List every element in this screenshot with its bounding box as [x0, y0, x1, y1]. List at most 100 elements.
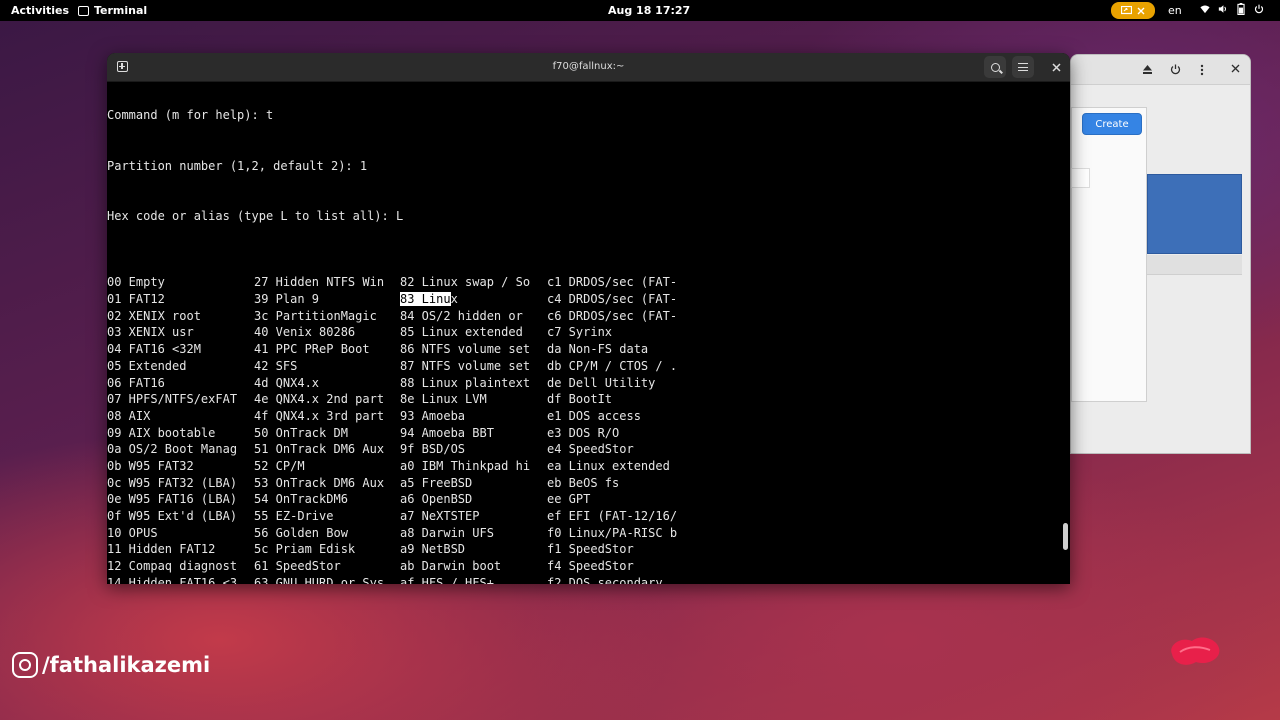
partition-type-entry: 55 EZ-Drive: [254, 509, 334, 523]
search-button[interactable]: [984, 56, 1006, 78]
partition-type-entry: 11 Hidden FAT12: [107, 542, 216, 557]
partition-type-entry: 04 FAT16 <32M: [107, 342, 201, 357]
partition-type-entry: 5c Priam Edisk: [254, 542, 356, 557]
partition-type-entry: 52 CP/M: [254, 458, 305, 473]
wifi-icon: [1200, 5, 1210, 14]
partition-type-entry: 53 OnTrack DM6 Aux: [254, 475, 385, 490]
power-icon: [1254, 4, 1264, 14]
partition-type-entry: 10 OPUS: [107, 525, 158, 540]
window-title: f70@fallnux:~: [552, 61, 625, 72]
partition-strip: [1147, 255, 1242, 275]
selected-text: 83 Linu: [400, 292, 451, 307]
partition-type-entry: 85 Linux extended: [400, 325, 523, 340]
partition-type-entry: 40 Venix 80286: [254, 325, 356, 340]
partition-type-entry: 8e Linux LVM: [400, 392, 487, 407]
partition-type-entry: 0e W95 FAT16 (LBA): [107, 492, 238, 507]
partition-type-entry: 61 SpeedStor: [254, 559, 341, 574]
partition-type-entry: 0c W95 FAT32 (LBA): [107, 475, 238, 490]
prompt-line: Partition number (1,2, default 2): 1: [107, 158, 368, 173]
partition-type-entry: 0a OS/2 Boot Manag: [107, 442, 238, 457]
partition-type-entry: 4e QNX4.x 2nd part: [254, 392, 385, 407]
partition-type-entry: 4d QNX4.x: [254, 375, 320, 390]
close-button[interactable]: [1045, 56, 1067, 78]
prompt-line: Command (m for help): t: [107, 108, 274, 123]
more-options-icon[interactable]: [1200, 64, 1204, 76]
close-icon: [1051, 62, 1061, 72]
menu-button[interactable]: [1012, 56, 1034, 78]
partition-type-entry: f0 Linux/PA-RISC b: [547, 525, 678, 540]
partition-type-entry: 84 OS/2 hidden or: [400, 308, 523, 323]
partition-type-entry: 07 HPFS/NTFS/exFAT: [107, 392, 238, 407]
close-icon: [1137, 7, 1145, 14]
partition-block-selected[interactable]: [1147, 174, 1242, 254]
app-menu[interactable]: Terminal: [78, 4, 147, 17]
screen-share-icon: [1121, 5, 1132, 14]
terminal-output[interactable]: Command (m for help): t Partition number…: [107, 82, 1062, 584]
create-button[interactable]: Create: [1082, 113, 1142, 135]
volume-icon: [1218, 5, 1226, 13]
dialog-input[interactable]: [1071, 168, 1090, 188]
partition-type-entry: ab Darwin boot: [400, 559, 502, 574]
system-menu[interactable]: [1200, 3, 1264, 15]
partition-type-entry: a5 FreeBSD: [400, 475, 473, 490]
partition-type-entry: 63 GNU HURD or Sys: [254, 575, 385, 584]
instagram-icon: [12, 652, 38, 678]
partition-type-entry: c1 DRDOS/sec (FAT-: [547, 275, 678, 290]
partition-type-column: 82 Linux swap / So 83 Linux 84 OS/2 hidden…: [400, 274, 530, 584]
eject-icon[interactable]: [1142, 64, 1153, 75]
partition-type-entry: 27 Hidden NTFS Win: [254, 275, 385, 290]
partition-type-entry: 03 XENIX usr: [107, 325, 194, 340]
keyboard-layout[interactable]: en: [1168, 4, 1182, 17]
background-window[interactable]: Create: [1070, 54, 1251, 454]
brand-logo-icon: [1171, 637, 1220, 665]
partition-type-entry: a0 IBM Thinkpad hi: [400, 458, 531, 473]
watermark-handle: /fathalikazemi: [42, 653, 211, 677]
partition-type-entry: 94 Amoeba BBT: [400, 425, 494, 440]
partition-type-entry: a7 NeXTSTEP: [400, 509, 480, 523]
partition-type-entry: 09 AIX bootable: [107, 425, 216, 440]
activities-button[interactable]: Activities: [11, 4, 69, 17]
partition-type-entry: 56 Golden Bow: [254, 525, 348, 540]
close-icon[interactable]: [1231, 64, 1240, 73]
partition-type-entry: 3c PartitionMagic: [254, 308, 377, 323]
watermark: /fathalikazemi: [12, 652, 210, 678]
partition-type-entry: ef EFI (FAT-12/16/: [547, 509, 678, 523]
partition-type-entry: 51 OnTrack DM6 Aux: [254, 442, 385, 457]
partition-type-entry: 4f QNX4.x 3rd part: [254, 408, 385, 423]
partition-type-entry: 0b W95 FAT32: [107, 458, 194, 473]
partition-type-entry: 12 Compaq diagnost: [107, 559, 238, 574]
prompt-line: Hex code or alias (type L to list all): …: [107, 208, 404, 223]
partition-type-entry: af HFS / HFS+: [400, 575, 494, 584]
partition-type-entry: e1 DOS access: [547, 408, 641, 423]
partition-type-entry: 87 NTFS volume set: [400, 358, 531, 373]
partition-type-entry: 01 FAT12: [107, 292, 165, 307]
power-icon[interactable]: [1170, 64, 1181, 75]
terminal-window[interactable]: f70@fallnux:~ Command (m for help): t Pa…: [107, 53, 1070, 584]
partition-type-entry: a6 OpenBSD: [400, 492, 473, 507]
partition-type-entry: 00 Empty: [107, 275, 165, 290]
partition-type-entry: 50 OnTrack DM: [254, 425, 348, 440]
partition-type-entry: 54 OnTrackDM6: [254, 492, 348, 507]
partition-type-entry: db CP/M / CTOS / .: [547, 358, 678, 373]
partition-type-entry: 83 Linux: [400, 292, 458, 307]
partition-type-entry: 39 Plan 9: [254, 292, 320, 307]
partition-type-entry: f4 SpeedStor: [547, 559, 634, 574]
partition-type-entry: f2 DOS secondary: [547, 575, 663, 584]
clock[interactable]: Aug 18 17:27: [608, 4, 690, 17]
partition-type-table: 00 Empty 01 FAT12 02 XENIX root 03 XENIX us…: [107, 274, 1062, 584]
partition-type-column: c1 DRDOS/sec (FAT-c4 DRDOS/sec (FAT-c6 D…: [547, 274, 677, 584]
partition-type-entry: 41 PPC PReP Boot: [254, 342, 370, 357]
partition-type-entry: e4 SpeedStor: [547, 442, 634, 457]
screen-share-indicator[interactable]: [1111, 2, 1155, 19]
partition-type-column: 27 Hidden NTFS Win 39 Plan 9 3c PartitionM…: [254, 274, 384, 584]
partition-type-entry: a8 Darwin UFS: [400, 525, 494, 540]
partition-type-entry: 0f W95 Ext'd (LBA): [107, 509, 238, 523]
partition-type-entry: 02 XENIX root: [107, 308, 201, 323]
scrollbar[interactable]: [1063, 523, 1068, 550]
partition-type-entry: 93 Amoeba: [400, 408, 466, 423]
terminal-header: f70@fallnux:~: [107, 53, 1070, 82]
partition-type-entry: c6 DRDOS/sec (FAT-: [547, 308, 678, 323]
app-name: Terminal: [94, 4, 148, 17]
partition-type-entry: c4 DRDOS/sec (FAT-: [547, 292, 678, 307]
hamburger-menu-icon: [1018, 63, 1028, 71]
